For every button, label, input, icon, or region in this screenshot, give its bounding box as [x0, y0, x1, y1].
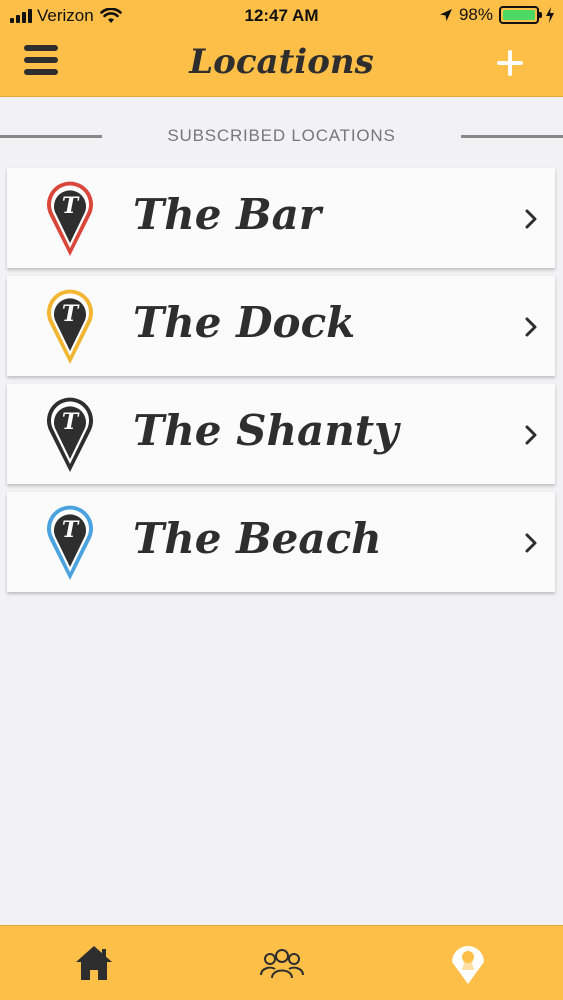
map-pin-icon: T	[47, 289, 93, 364]
home-icon	[76, 946, 112, 980]
locations-list: T The Bar T The Dock T The Shanty T The …	[7, 168, 555, 600]
divider-right	[461, 134, 563, 138]
tab-locations[interactable]	[438, 936, 498, 990]
battery-icon	[499, 6, 542, 24]
location-name: The Beach	[133, 514, 382, 563]
location-name: The Bar	[133, 190, 321, 239]
location-item[interactable]: T The Bar	[7, 168, 555, 268]
svg-text:T: T	[62, 517, 80, 543]
svg-text:T: T	[62, 409, 80, 435]
chevron-right-icon	[525, 425, 537, 445]
section-label: SUBSCRIBED LOCATIONS	[167, 126, 396, 145]
location-item[interactable]: T The Beach	[7, 492, 555, 592]
status-right: 98%	[439, 5, 555, 25]
page-title: Locations	[189, 42, 374, 82]
tab-home[interactable]	[64, 936, 124, 990]
location-item[interactable]: T The Shanty	[7, 384, 555, 484]
menu-button[interactable]	[24, 45, 58, 77]
tab-bar	[0, 925, 563, 1000]
section-header: SUBSCRIBED LOCATIONS	[0, 124, 563, 148]
add-location-button[interactable]	[495, 48, 525, 78]
map-pin-icon: T	[47, 181, 93, 256]
divider-left	[0, 134, 102, 138]
status-bar: Verizon 12:47 AM 98%	[0, 0, 563, 32]
map-pin-icon	[452, 946, 484, 984]
top-bar: Verizon 12:47 AM 98% Locations	[0, 0, 563, 97]
map-pin-icon: T	[47, 505, 93, 580]
chevron-right-icon	[525, 209, 537, 229]
battery-percent: 98%	[458, 5, 493, 24]
map-pin-icon: T	[47, 397, 93, 472]
svg-text:T: T	[62, 301, 80, 327]
chevron-right-icon	[525, 317, 537, 337]
svg-text:T: T	[62, 193, 80, 219]
charging-bolt-icon	[546, 7, 554, 23]
location-name: The Shanty	[133, 406, 399, 455]
location-item[interactable]: T The Dock	[7, 276, 555, 376]
chevron-right-icon	[525, 533, 537, 553]
location-name: The Dock	[133, 298, 356, 347]
tab-people[interactable]	[252, 936, 312, 990]
location-arrow-icon	[439, 9, 452, 21]
people-icon	[260, 949, 304, 979]
